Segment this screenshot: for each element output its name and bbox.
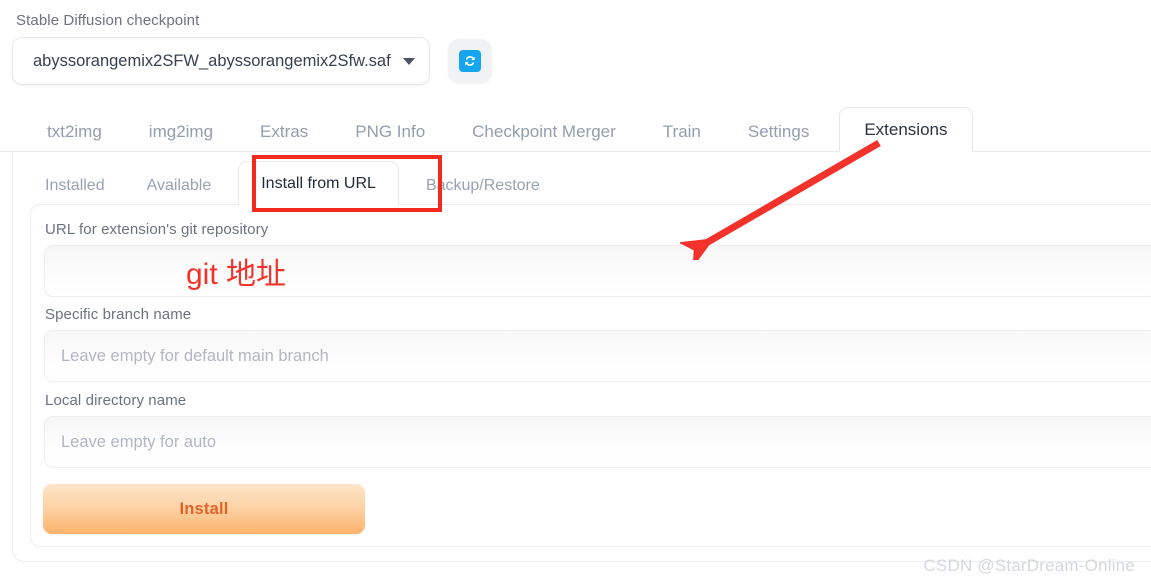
tab-settings[interactable]: Settings bbox=[731, 112, 826, 152]
install-button[interactable]: Install bbox=[43, 484, 365, 534]
tab-checkpoint-merger[interactable]: Checkpoint Merger bbox=[455, 112, 633, 152]
tab-extras[interactable]: Extras bbox=[243, 112, 325, 152]
directory-field-label: Local directory name bbox=[45, 392, 187, 409]
tab-png-info[interactable]: PNG Info bbox=[338, 112, 442, 152]
tab-txt2img[interactable]: txt2img bbox=[30, 112, 119, 152]
tab-img2img[interactable]: img2img bbox=[132, 112, 230, 152]
install-button-label: Install bbox=[179, 499, 229, 518]
chevron-down-icon bbox=[403, 57, 415, 65]
subtab-available[interactable]: Available bbox=[132, 166, 227, 206]
directory-input-placeholder: Leave empty for auto bbox=[61, 432, 217, 451]
branch-input-placeholder: Leave empty for default main branch bbox=[61, 346, 329, 365]
url-field-label: URL for extension's git repository bbox=[45, 221, 269, 238]
checkpoint-block: Stable Diffusion checkpoint abyssorangem… bbox=[12, 12, 512, 85]
checkpoint-label: Stable Diffusion checkpoint bbox=[16, 12, 200, 29]
checkpoint-select[interactable]: abyssorangemix2SFW_abyssorangemix2Sfw.sa… bbox=[12, 37, 430, 85]
main-tab-bar: txt2img img2img Extras PNG Info Checkpoi… bbox=[0, 106, 1151, 152]
checkpoint-row: abyssorangemix2SFW_abyssorangemix2Sfw.sa… bbox=[12, 37, 512, 85]
refresh-icon bbox=[459, 50, 481, 72]
annotation-highlight-box bbox=[252, 155, 442, 212]
annotation-note-text: git 地址 bbox=[186, 258, 287, 291]
subtab-installed[interactable]: Installed bbox=[30, 166, 120, 206]
refresh-checkpoint-button[interactable] bbox=[448, 39, 492, 83]
watermark: CSDN @StarDream-Online bbox=[923, 556, 1135, 575]
directory-input[interactable]: Leave empty for auto bbox=[44, 416, 1151, 468]
branch-input[interactable]: Leave empty for default main branch bbox=[44, 330, 1151, 382]
tab-train[interactable]: Train bbox=[646, 112, 718, 152]
tab-extensions[interactable]: Extensions bbox=[839, 107, 973, 152]
branch-field-label: Specific branch name bbox=[45, 306, 192, 323]
checkpoint-value: abyssorangemix2SFW_abyssorangemix2Sfw.sa… bbox=[33, 51, 391, 70]
